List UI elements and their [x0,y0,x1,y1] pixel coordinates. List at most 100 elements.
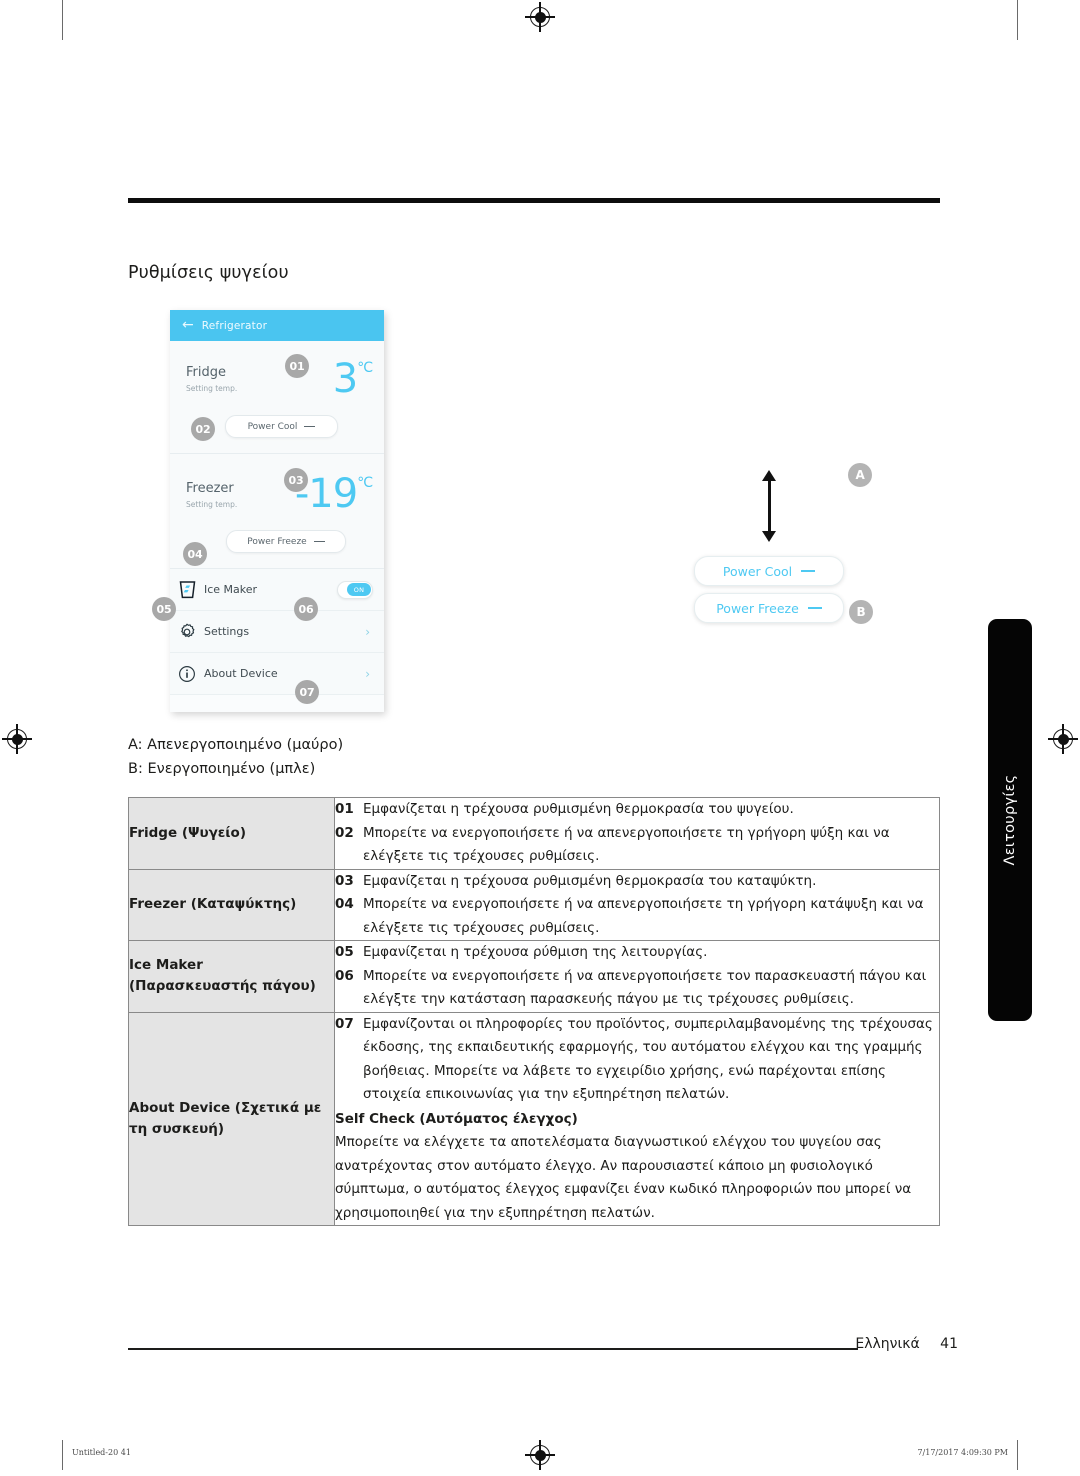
item-number: 07 [335,1015,354,1032]
freezer-sublabel: Setting temp. [186,500,238,509]
fridge-label: Fridge [186,365,226,380]
row-header-ice-maker: Ice Maker (Παρασκευαστής πάγου) [128,940,335,1013]
app-header-title: Refrigerator [201,319,268,332]
legend: A: Απενεργοποιημένο (μαύρο) B: Ενεργοποι… [128,733,343,781]
fridge-sublabel: Setting temp. [186,384,238,393]
callout-bubble-01: 01 [285,354,309,378]
app-screen-mockup: ← Refrigerator Fridge Setting temp. 3°C … [170,310,384,712]
footer-language: Ελληνικά [855,1336,920,1352]
app-header-bar: ← Refrigerator [170,310,384,341]
callout-power-freeze-label: Power Freeze [716,600,799,616]
registration-mark-left [2,724,32,754]
callout-bubble-07: 07 [295,680,319,704]
chevron-right-icon[interactable]: › [365,667,370,681]
trim-mark-bottom-left [62,1440,63,1470]
item-text: Εμφανίζεται η τρέχουσα ρυθμισμένη θερμοκ… [363,872,817,889]
item-number: 06 [335,967,354,984]
callout-bubble-05: 05 [152,597,176,621]
row-header-fridge: Fridge (Ψυγείο) [128,797,335,870]
table-row: Freezer (Καταψύκτης) 03 Εμφανίζεται η τρ… [128,868,940,941]
legend-line-b: B: Ενεργοποιημένο (μπλε) [128,761,316,777]
print-timestamp: 7/17/2017 4:09:30 PM [917,1448,1008,1457]
dash-icon [807,607,822,609]
row-header-about-device: About Device (Σχετικά με τη συσκευή) [128,1011,335,1226]
item-text: Εμφανίζεται η τρέχουσα ρύθμιση της λειτο… [363,944,708,960]
manual-page: Ρυθμίσεις ψυγείου ← Refrigerator Fridge … [0,0,1080,1476]
fridge-temp-unit: °C [357,360,373,376]
item-number: 04 [335,896,354,912]
list-item: 03 Εμφανίζεται η τρέχουσα ρυθμισμένη θερ… [335,870,939,894]
power-cool-button[interactable]: Power Cool [225,415,338,438]
power-freeze-label: Power Freeze [247,536,307,547]
list-item: 07 Εμφανίζονται οι πληροφορίες του προϊό… [335,1013,939,1107]
list-item: 05 Εμφανίζεται η τρέχουσα ρύθμιση της λε… [335,941,939,965]
power-cool-label: Power Cool [247,421,298,432]
item-number: 03 [335,872,354,889]
chevron-right-icon[interactable]: › [365,625,370,639]
callout-marker-a: A [848,463,872,487]
ice-maker-toggle[interactable]: ON [337,580,373,599]
ice-maker-toggle-state: ON [347,583,371,596]
about-device-label: About Device [204,667,278,680]
registration-mark-bottom [525,1440,555,1470]
item-text: Εμφανίζεται η τρέχουσα ρυθμισμένη θερμοκ… [363,801,794,817]
row-body-ice-maker: 05 Εμφανίζεται η τρέχουσα ρύθμιση της λε… [334,940,940,1013]
print-info-bar: Untitled-20 41 7/17/2017 4:09:30 PM [0,1440,1080,1476]
callout-bubble-04: 04 [183,542,207,566]
item-number: 05 [335,944,354,960]
dash-icon [304,425,316,428]
item-text: Μπορείτε να ενεργοποιήσετε ή να απενεργο… [363,824,890,865]
legend-line-a: A: Απενεργοποιημένο (μαύρο) [128,737,344,753]
spec-table: Fridge (Ψυγείο) 01 Εμφανίζεται η τρέχουσ… [128,797,940,1226]
chapter-thumb-tab-label: Λειτουργίες [1002,774,1018,866]
row-body-about-device: 07 Εμφανίζονται οι πληροφορίες του προϊό… [334,1011,940,1226]
row-header-freezer: Freezer (Καταψύκτης) [128,868,335,941]
header-rule [128,198,940,203]
chapter-thumb-tab: Λειτουργίες [988,619,1032,1021]
settings-label: Settings [204,625,250,638]
dash-icon [313,540,325,543]
table-row: Fridge (Ψυγείο) 01 Εμφανίζεται η τρέχουσ… [128,797,940,870]
trim-mark-right [1017,0,1018,40]
item-text: Μπορείτε να ενεργοποιήσετε ή να απενεργο… [363,967,927,1008]
callout-power-freeze-button: Power Freeze [694,593,844,623]
item-number: 02 [335,824,354,841]
ice-maker-label: Ice Maker [204,583,258,596]
table-row: Ice Maker (Παρασκευαστής πάγου) 05 Εμφαν… [128,940,940,1013]
power-freeze-button[interactable]: Power Freeze [226,530,346,553]
registration-mark-top [525,2,555,32]
callout-marker-b: B [849,600,873,624]
item-text: Μπορείτε να ενεργοποιήσετε ή να απενεργο… [363,896,924,936]
page-title: Ρυθμίσεις ψυγείου [128,263,289,283]
print-file-name: Untitled-20 41 [72,1448,131,1457]
callout-bubble-06: 06 [294,597,318,621]
ice-cup-icon [170,580,204,600]
row-body-fridge: 01 Εμφανίζεται η τρέχουσα ρυθμισμένη θερ… [334,797,940,870]
list-item: 02 Μπορείτε να ενεργοποιήσετε ή να απενε… [335,822,939,869]
registration-mark-right [1048,724,1078,754]
item-number: 01 [335,801,354,817]
freezer-temp-unit: °C [357,475,373,491]
self-check-paragraph: Μπορείτε να ελέγχετε τα αποτελέσματα δια… [335,1134,912,1221]
ice-maker-row[interactable]: Ice Maker ON [170,569,384,611]
about-device-row[interactable]: About Device › [170,653,384,695]
self-check-subheading: Self Check (Αυτόματος έλεγχος) [335,1110,578,1127]
footer: Ελληνικά 41 [855,1336,958,1352]
trim-mark-bottom-right [1017,1440,1018,1470]
trim-mark-left [62,0,63,40]
list-item: 01 Εμφανίζεται η τρέχουσα ρυθμισμένη θερ… [335,798,939,822]
app-body: Fridge Setting temp. 3°C Power Cool Free… [170,341,384,712]
list-item: 06 Μπορείτε να ενεργοποιήσετε ή να απενε… [335,965,939,1012]
freezer-label: Freezer [186,481,234,496]
footer-page-number: 41 [940,1336,958,1352]
gear-icon [170,623,204,641]
footer-rule [128,1348,858,1350]
double-arrow-vertical-icon [762,470,776,542]
item-text: Εμφανίζονται οι πληροφορίες του προϊόντο… [363,1015,933,1103]
fridge-temperature: 3°C [333,359,373,399]
back-arrow-icon[interactable]: ← [182,318,194,332]
list-item: 04 Μπορείτε να ενεργοποιήσετε ή να απενε… [335,893,939,940]
info-icon [170,665,204,683]
dash-icon [801,570,816,572]
settings-row[interactable]: Settings › [170,611,384,653]
